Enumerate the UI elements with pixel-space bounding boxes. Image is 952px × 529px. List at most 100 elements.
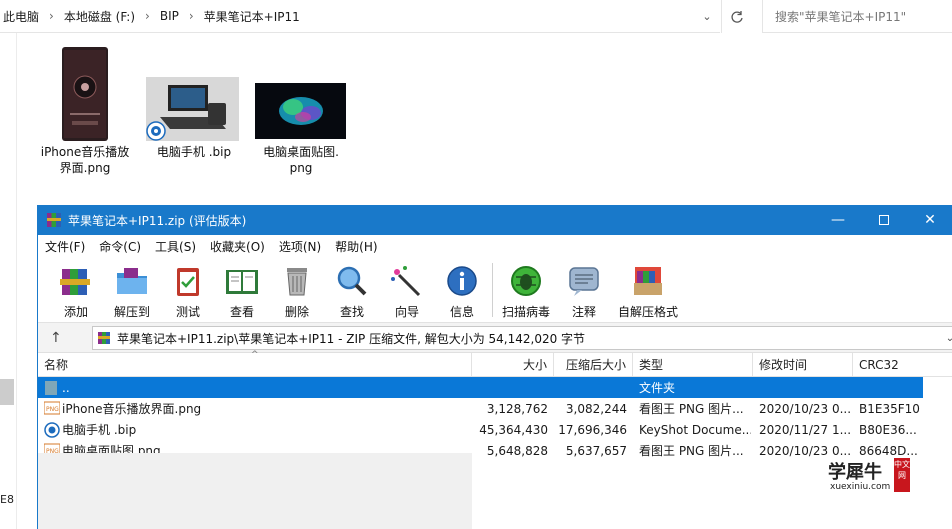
add-button[interactable]: 添加 xyxy=(48,261,104,321)
phone-thumbnail-image xyxy=(62,47,108,141)
column-header-size[interactable]: 大小 xyxy=(472,353,554,377)
column-header-packed[interactable]: 压缩后大小 xyxy=(554,353,633,377)
trash-can-icon xyxy=(287,268,307,296)
thumbnail-iphone-music[interactable] xyxy=(62,47,108,141)
menu-help[interactable]: 帮助(H) xyxy=(328,238,384,255)
menu-favorites[interactable]: 收藏夹(O) xyxy=(203,238,272,255)
winrar-window-title: 苹果笔记本+IP11.zip (评估版本) xyxy=(68,213,247,228)
comment-icon xyxy=(569,267,599,296)
toolbar-divider xyxy=(492,263,493,317)
breadcrumb-current-folder[interactable]: 苹果笔记本+IP11 xyxy=(204,8,300,25)
wizard-button[interactable]: 向导 xyxy=(379,261,435,321)
sfx-button[interactable]: 自解压格式 xyxy=(618,261,678,321)
archive-path-field[interactable]: 苹果笔记本+IP11.zip\苹果笔记本+IP11 - ZIP 压缩文件, 解包… xyxy=(92,326,952,350)
column-header-modified[interactable]: 修改时间 xyxy=(753,353,853,377)
cell-type: 看图王 PNG 图片... xyxy=(639,444,744,458)
breadcrumb-separator: › xyxy=(49,9,54,23)
menu-commands[interactable]: 命令(C) xyxy=(92,238,148,255)
up-one-level-arrow-icon[interactable]: ↑ xyxy=(50,330,62,346)
extract-to-button[interactable]: 解压到 xyxy=(104,261,160,321)
minimize-button[interactable]: — xyxy=(815,205,861,235)
path-dropdown-chevron-icon[interactable]: ⌄ xyxy=(939,327,952,349)
keyshot-badge-icon xyxy=(146,121,166,141)
scan-virus-button[interactable]: 扫描病毒 xyxy=(498,261,554,321)
close-button[interactable]: ✕ xyxy=(907,205,952,235)
wizard-label: 向导 xyxy=(394,305,419,319)
nav-item-fragment: E8 xyxy=(0,493,14,506)
comment-label: 注释 xyxy=(571,305,596,319)
cell-size: 45,364,430 xyxy=(479,422,548,437)
find-button[interactable]: 查找 xyxy=(324,261,380,321)
sort-ascending-icon: ^ xyxy=(251,350,259,360)
table-row[interactable]: PNG iPhone音乐播放界面.png 3,128,762 3,082,244… xyxy=(38,398,923,419)
extract-to-label: 解压到 xyxy=(113,305,150,319)
watermark-logo-text: 学犀牛 xyxy=(828,462,882,483)
maximize-button[interactable] xyxy=(861,205,907,235)
magnifier-icon xyxy=(337,266,367,296)
view-button[interactable]: 查看 xyxy=(214,261,270,321)
navigation-pane: E8 xyxy=(0,33,17,529)
cell-packed: 17,696,346 xyxy=(558,422,627,437)
cell-crc32: B1E35F10 xyxy=(859,401,920,416)
clipboard-check-icon xyxy=(177,268,199,296)
winrar-menubar: 文件(F) 命令(C) 工具(S) 收藏夹(O) 选项(N) 帮助(H) xyxy=(38,235,952,257)
menu-tools[interactable]: 工具(S) xyxy=(148,238,203,255)
refresh-button[interactable] xyxy=(721,0,751,33)
refresh-icon xyxy=(730,10,743,23)
cell-packed: 3,082,244 xyxy=(565,401,627,416)
bug-scan-icon xyxy=(511,266,541,296)
column-header-type[interactable]: 类型 xyxy=(633,353,753,377)
cell-name: .. xyxy=(62,380,70,395)
winrar-logo-icon xyxy=(47,213,61,227)
file-name-bip[interactable]: 电脑手机 .bip xyxy=(144,144,244,160)
folder-up-icon xyxy=(45,381,57,395)
thumbnail-desktop-wallpaper[interactable] xyxy=(255,83,346,139)
info-button[interactable]: 信息 xyxy=(434,261,490,321)
file-name-line: png xyxy=(289,161,313,175)
explorer-address-bar[interactable]: 此电脑 › 本地磁盘 (F:) › BIP › 苹果笔记本+IP11 xyxy=(0,0,720,33)
cell-modified: 2020/10/23 0... xyxy=(759,401,851,416)
info-icon xyxy=(447,266,477,296)
add-label: 添加 xyxy=(63,305,88,319)
magic-wand-icon xyxy=(391,266,421,297)
cell-modified: 2020/11/27 1... xyxy=(759,422,851,437)
breadcrumb-bip[interactable]: BIP xyxy=(160,9,179,23)
thumbnail-bip[interactable] xyxy=(146,77,239,141)
address-history-chevron-icon[interactable]: ⌄ xyxy=(694,0,720,33)
table-row[interactable]: 电脑手机 .bip 45,364,430 17,696,346 KeyShot … xyxy=(38,419,923,440)
delete-label: 删除 xyxy=(284,305,309,319)
menu-options[interactable]: 选项(N) xyxy=(272,238,328,255)
info-label: 信息 xyxy=(449,305,474,319)
breadcrumb-drive-f[interactable]: 本地磁盘 (F:) xyxy=(64,8,135,25)
nav-scroll-marker xyxy=(0,379,14,405)
maximize-icon xyxy=(879,215,889,225)
winrar-window: 苹果笔记本+IP11.zip (评估版本) — ✕ 文件(F) 命令(C) 工具… xyxy=(37,205,952,529)
test-button[interactable]: 测试 xyxy=(160,261,216,321)
breadcrumb-separator: › xyxy=(145,9,150,23)
png-file-icon: PNG xyxy=(44,401,60,415)
find-label: 查找 xyxy=(339,305,364,319)
cell-crc32: B80E36... xyxy=(859,422,917,437)
folder-extract-icon xyxy=(117,268,147,294)
explorer-search-input[interactable]: 搜索"苹果笔记本+IP11" xyxy=(762,0,952,33)
column-header-name[interactable]: 名称 ^ xyxy=(38,350,472,377)
menu-file[interactable]: 文件(F) xyxy=(38,238,92,255)
test-label: 测试 xyxy=(175,305,200,319)
winrar-path-bar: ↑ 苹果笔记本+IP11.zip\苹果笔记本+IP11 - ZIP 压缩文件, … xyxy=(38,323,952,353)
delete-button[interactable]: 删除 xyxy=(269,261,325,321)
archive-file-list: 名称 ^ 大小 压缩后大小 类型 修改时间 CRC32 .. 文件夹 PNG i… xyxy=(38,350,952,529)
column-header-label: 名称 xyxy=(44,358,69,372)
cell-packed: 5,637,657 xyxy=(565,443,627,458)
cell-name: 电脑手机 .bip xyxy=(62,423,137,437)
file-name-iphone-music[interactable]: iPhone音乐播放 界面.png xyxy=(35,144,135,176)
winrar-toolbar: 添加 解压到 测试 查看 删除 查找 向导 信息 扫描病毒 注释 自解压格式 xyxy=(38,257,952,323)
breadcrumb-this-pc[interactable]: 此电脑 xyxy=(3,8,39,25)
scan-virus-label: 扫描病毒 xyxy=(501,305,550,319)
comment-button[interactable]: 注释 xyxy=(556,261,612,321)
archive-path-text: 苹果笔记本+IP11.zip\苹果笔记本+IP11 - ZIP 压缩文件, 解包… xyxy=(117,331,586,346)
winrar-titlebar[interactable]: 苹果笔记本+IP11.zip (评估版本) — ✕ xyxy=(38,205,952,235)
file-name-desktop-wallpaper[interactable]: 电脑桌面贴图. png xyxy=(251,144,351,176)
column-header-crc32[interactable]: CRC32 xyxy=(853,353,952,377)
table-row-parent-folder[interactable]: .. 文件夹 xyxy=(38,377,923,398)
cell-size: 3,128,762 xyxy=(486,401,548,416)
